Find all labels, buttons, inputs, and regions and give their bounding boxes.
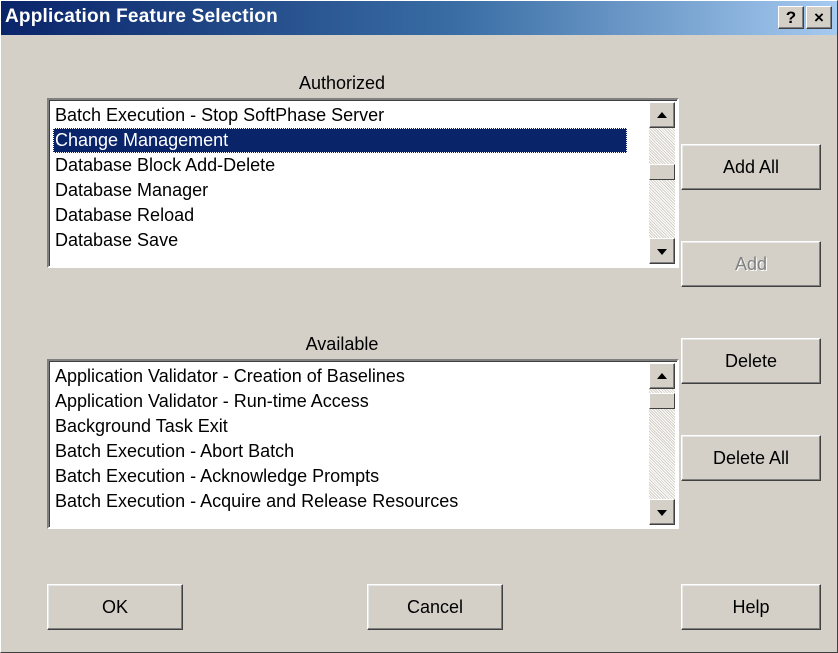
scroll-thumb[interactable]	[649, 393, 675, 409]
authorized-label: Authorized	[298, 73, 386, 93]
help-icon[interactable]: ?	[778, 6, 804, 29]
scroll-thumb[interactable]	[649, 164, 675, 180]
list-item[interactable]: Database Block Add-Delete	[53, 153, 627, 178]
authorized-scrollbar[interactable]	[649, 102, 675, 264]
available-label: Available	[305, 334, 379, 354]
available-listbox[interactable]: Application Validator - Creation of Base…	[47, 359, 679, 529]
delete-button[interactable]: Delete	[681, 338, 821, 384]
available-scrollbar[interactable]	[649, 363, 675, 525]
list-item[interactable]: Database Manager	[53, 178, 627, 203]
list-item[interactable]: Background Task Exit	[53, 414, 627, 439]
list-item[interactable]: Batch Execution - Acquire and Release Re…	[53, 489, 627, 514]
list-item[interactable]: Batch Execution - Abort Batch	[53, 439, 627, 464]
arrow-up-icon[interactable]	[649, 102, 675, 128]
list-item[interactable]: Database Save	[53, 228, 627, 253]
close-icon[interactable]: ×	[806, 6, 832, 29]
dialog-window: Application Feature Selection ? × Author…	[0, 0, 838, 653]
delete-all-button[interactable]: Delete All	[681, 435, 821, 481]
window-title: Application Feature Selection	[5, 6, 278, 27]
ok-button[interactable]: OK	[47, 584, 183, 630]
title-bar[interactable]: Application Feature Selection ? ×	[1, 1, 837, 35]
help-button[interactable]: Help	[681, 584, 821, 630]
arrow-down-icon[interactable]	[649, 499, 675, 525]
add-button[interactable]: Add	[681, 241, 821, 287]
list-item[interactable]: Batch Execution - Acknowledge Prompts	[53, 464, 627, 489]
authorized-list: Batch Execution - Stop SoftPhase Server C…	[53, 103, 627, 253]
list-item[interactable]: Batch Execution - Stop SoftPhase Server	[53, 103, 627, 128]
available-list: Application Validator - Creation of Base…	[53, 364, 627, 514]
authorized-listbox[interactable]: Batch Execution - Stop SoftPhase Server C…	[47, 98, 679, 268]
arrow-up-icon[interactable]	[649, 363, 675, 389]
list-item[interactable]: Database Reload	[53, 203, 627, 228]
cancel-button[interactable]: Cancel	[367, 584, 503, 630]
add-all-button[interactable]: Add All	[681, 144, 821, 190]
list-item[interactable]: Application Validator - Run-time Access	[53, 389, 627, 414]
list-item[interactable]: Change Management	[53, 128, 627, 153]
arrow-down-icon[interactable]	[649, 238, 675, 264]
list-item[interactable]: Application Validator - Creation of Base…	[53, 364, 627, 389]
